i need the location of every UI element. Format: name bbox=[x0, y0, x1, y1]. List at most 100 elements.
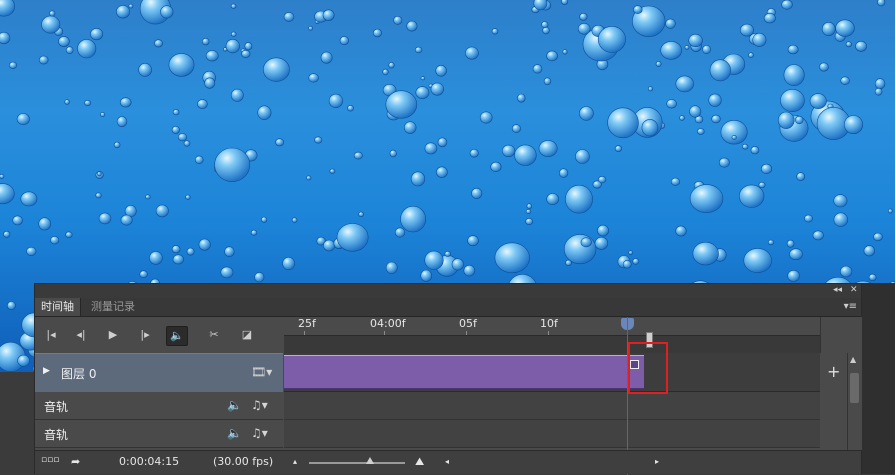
water-droplet bbox=[145, 194, 151, 200]
audio-track-area[interactable] bbox=[284, 392, 820, 420]
frame-rate: (30.00 fps) bbox=[213, 455, 274, 468]
playback-controls: |◂ ◂| ▶ |▸ 🔈 ✂ ◪ bbox=[35, 317, 283, 354]
water-droplet bbox=[863, 245, 875, 257]
water-droplet bbox=[95, 192, 102, 199]
annotation-highlight-box bbox=[628, 342, 668, 394]
water-droplet bbox=[546, 193, 560, 205]
water-droplet bbox=[684, 45, 690, 50]
zoom-in-icon[interactable]: ⛰ bbox=[415, 455, 424, 469]
water-droplet bbox=[336, 223, 369, 252]
tab-measurement-log[interactable]: 测量记录 bbox=[85, 298, 141, 316]
water-droplet bbox=[328, 93, 344, 108]
water-droplet bbox=[347, 104, 354, 112]
zoom-out-icon[interactable]: ▴ bbox=[293, 457, 297, 466]
water-droplet bbox=[90, 28, 104, 41]
water-droplet bbox=[49, 10, 56, 17]
render-video-icon[interactable]: ▫▫▫ bbox=[41, 455, 59, 465]
scroll-right-icon[interactable]: ▸ bbox=[655, 457, 659, 466]
water-droplet bbox=[675, 225, 687, 237]
water-droplet bbox=[177, 133, 188, 142]
water-droplet bbox=[835, 19, 855, 37]
water-droplet bbox=[98, 212, 112, 225]
water-droplet bbox=[833, 212, 848, 227]
audio-track-header[interactable]: 音轨 🔈 ♫▾ bbox=[35, 392, 283, 420]
volume-icon[interactable]: 🔈 bbox=[227, 426, 242, 440]
tab-timeline[interactable]: 时间轴 bbox=[35, 298, 81, 316]
audio-track-header[interactable]: 音轨 🔈 ♫▾ bbox=[35, 420, 283, 448]
water-droplet bbox=[414, 46, 423, 54]
water-droplet bbox=[100, 112, 106, 117]
water-droplet bbox=[16, 113, 30, 125]
water-droplet bbox=[565, 259, 572, 267]
water-droplet bbox=[0, 183, 15, 205]
water-droplet bbox=[84, 100, 92, 107]
water-droplet bbox=[517, 93, 526, 103]
audio-toggle-button[interactable]: 🔈 bbox=[166, 326, 188, 346]
water-droplet bbox=[579, 106, 594, 121]
play-button[interactable]: ▶ bbox=[103, 326, 123, 344]
close-panel-icon[interactable]: ✕ bbox=[850, 285, 858, 295]
water-droplet bbox=[738, 184, 765, 208]
water-droplet bbox=[0, 31, 11, 45]
work-area-bar[interactable] bbox=[284, 332, 820, 354]
water-droplet bbox=[393, 15, 403, 25]
split-at-playhead-button[interactable]: ✂ bbox=[204, 326, 224, 344]
water-droplet bbox=[451, 258, 464, 271]
water-droplet bbox=[632, 258, 640, 265]
water-droplet bbox=[525, 218, 534, 226]
go-to-first-frame-button[interactable]: |◂ bbox=[41, 326, 61, 344]
water-droplet bbox=[436, 166, 448, 178]
zoom-slider[interactable] bbox=[309, 462, 405, 464]
film-strip-menu-icon[interactable]: 🎞▾ bbox=[251, 365, 272, 379]
water-droplet bbox=[198, 238, 211, 251]
water-droplet bbox=[819, 62, 829, 72]
water-droplet bbox=[8, 61, 18, 69]
water-droplet bbox=[580, 237, 592, 248]
water-droplet bbox=[873, 232, 883, 242]
water-droplet bbox=[320, 51, 333, 64]
water-droplet bbox=[435, 65, 447, 77]
water-droplet bbox=[224, 246, 235, 257]
water-droplet bbox=[64, 99, 70, 105]
expand-triangle-icon[interactable]: ▶ bbox=[43, 366, 50, 376]
water-droplet bbox=[796, 172, 806, 181]
collapse-panel-icon[interactable]: ◂◂ bbox=[833, 285, 842, 295]
next-frame-button[interactable]: |▸ bbox=[135, 326, 155, 344]
water-droplet bbox=[250, 229, 258, 236]
water-droplet bbox=[731, 134, 737, 140]
water-droplet bbox=[323, 239, 336, 252]
previous-frame-button[interactable]: ◂| bbox=[71, 326, 91, 344]
water-droplet bbox=[688, 33, 703, 48]
water-droplet bbox=[804, 214, 813, 223]
add-track-icon[interactable]: + bbox=[827, 362, 840, 381]
music-note-menu-icon[interactable]: ♫▾ bbox=[251, 398, 268, 412]
scrollbar-thumb[interactable] bbox=[850, 373, 859, 403]
panel-title-bar: ◂◂ ✕ bbox=[35, 284, 861, 299]
water-droplet bbox=[843, 115, 864, 135]
water-droplet bbox=[0, 174, 5, 179]
water-droplet bbox=[692, 241, 719, 266]
water-droplet bbox=[787, 269, 800, 282]
music-note-menu-icon[interactable]: ♫▾ bbox=[251, 426, 268, 440]
scroll-up-icon[interactable]: ▲ bbox=[850, 355, 856, 364]
water-droplet bbox=[155, 204, 169, 218]
volume-icon[interactable]: 🔈 bbox=[227, 398, 242, 412]
video-clip[interactable] bbox=[284, 355, 644, 392]
layer-track-area[interactable] bbox=[284, 353, 820, 392]
water-droplet bbox=[594, 236, 609, 250]
track-scrollbar[interactable]: ▲ bbox=[847, 353, 862, 450]
current-timecode[interactable]: 0:00:04:15 bbox=[119, 455, 179, 468]
convert-frame-animation-icon[interactable]: ➦ bbox=[71, 455, 80, 468]
water-droplet bbox=[696, 128, 705, 135]
water-droplet bbox=[795, 115, 804, 125]
zoom-slider-knob[interactable] bbox=[366, 457, 374, 464]
water-droplet bbox=[718, 157, 730, 168]
water-droplet bbox=[282, 256, 295, 271]
layer-track-header[interactable]: ▶ 图层 0 🎞▾ bbox=[35, 353, 283, 393]
water-droplet bbox=[230, 31, 237, 37]
audio-track-area[interactable] bbox=[284, 420, 820, 448]
panel-menu-icon[interactable]: ▾≡ bbox=[844, 301, 857, 312]
scroll-left-icon[interactable]: ◂ bbox=[445, 457, 449, 466]
water-droplet bbox=[541, 21, 549, 29]
transition-button[interactable]: ◪ bbox=[237, 326, 257, 344]
